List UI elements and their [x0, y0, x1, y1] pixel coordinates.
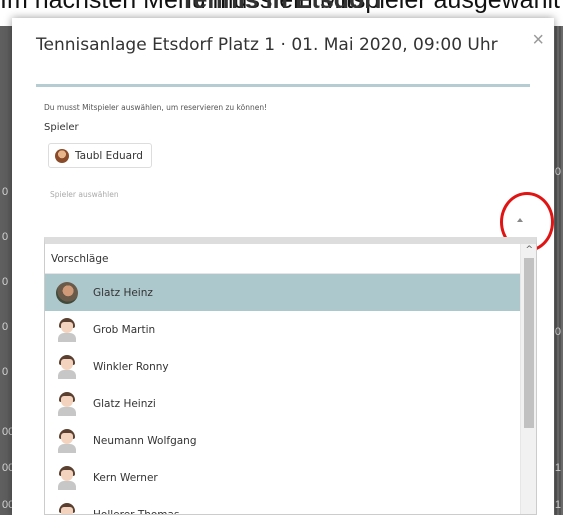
default-avatar-icon [56, 354, 78, 379]
suggestion-item[interactable]: Glatz Heinz [45, 274, 521, 311]
suggestion-name: Winkler Ronny [93, 360, 169, 373]
bg-row-number: 0 [2, 366, 9, 378]
background-site-logo: Tennis in Etsdorf [180, 0, 383, 14]
suggestion-item[interactable]: Kern Werner [45, 459, 521, 496]
avatar [56, 281, 78, 304]
scroll-thumb[interactable] [524, 258, 534, 428]
suggestion-item[interactable]: Winkler Ronny [45, 348, 521, 385]
dropdown-scrollbar[interactable]: ^ [520, 244, 536, 514]
current-player-name: Taubl Eduard [75, 149, 143, 162]
title-divider [36, 84, 530, 87]
bg-row-number: 0 [2, 276, 9, 288]
suggestion-name: Hollerer Thomas [93, 508, 180, 515]
default-avatar-icon [56, 502, 78, 514]
bg-row-number: 0 [2, 321, 9, 333]
suggestion-name: Kern Werner [93, 471, 158, 484]
suggestion-item[interactable]: Neumann Wolfgang [45, 422, 521, 459]
select-player-label: Spieler auswählen [50, 190, 119, 199]
suggestion-item[interactable]: Glatz Heinzi [45, 385, 521, 422]
bg-row-number-right: 0 [554, 166, 561, 178]
suggestion-name: Grob Martin [93, 323, 156, 336]
current-player-chip: Taubl Eduard [48, 143, 152, 168]
avatar [55, 148, 69, 163]
suggestion-item[interactable]: Hollerer Thomas [45, 496, 521, 515]
close-icon[interactable]: × [532, 29, 544, 52]
default-avatar-icon [56, 428, 78, 453]
suggestion-item[interactable]: Grob Martin [45, 311, 521, 348]
suggestions-list: Glatz Heinz Grob Martin Winkler Ronny Glatz… [45, 274, 536, 515]
default-avatar-icon [56, 465, 78, 490]
notice-text: Du musst Mitspieler auswählen, um reserv… [44, 103, 268, 112]
modal-title: Tennisanlage Etsdorf Platz 1 · 01. Mai 2… [36, 35, 498, 55]
bg-row-number: 0 [2, 231, 9, 243]
player-suggestions-dropdown: Vorschläge Glatz Heinz Grob Martin Winkler… [44, 237, 537, 515]
bg-row-number-right: 1 [554, 462, 561, 474]
default-avatar-icon [56, 391, 78, 416]
suggestion-name: Neumann Wolfgang [93, 434, 197, 447]
suggestion-name: Glatz Heinz [93, 286, 153, 299]
bg-row-number: 0 [2, 186, 9, 198]
bg-row-number-right: 1 [554, 499, 561, 511]
suggestion-name: Glatz Heinzi [93, 397, 156, 410]
bg-row-number-right: 0 [554, 326, 561, 338]
players-label: Spieler [44, 122, 79, 133]
default-avatar-icon [56, 317, 78, 342]
player-select-input[interactable] [44, 201, 535, 238]
tutorial-caption: Im nächsten Menü muss ein Mitspieler aus… [0, 0, 563, 15]
suggestions-header: Vorschläge [45, 244, 536, 274]
scroll-up-icon[interactable]: ^ [525, 245, 533, 255]
